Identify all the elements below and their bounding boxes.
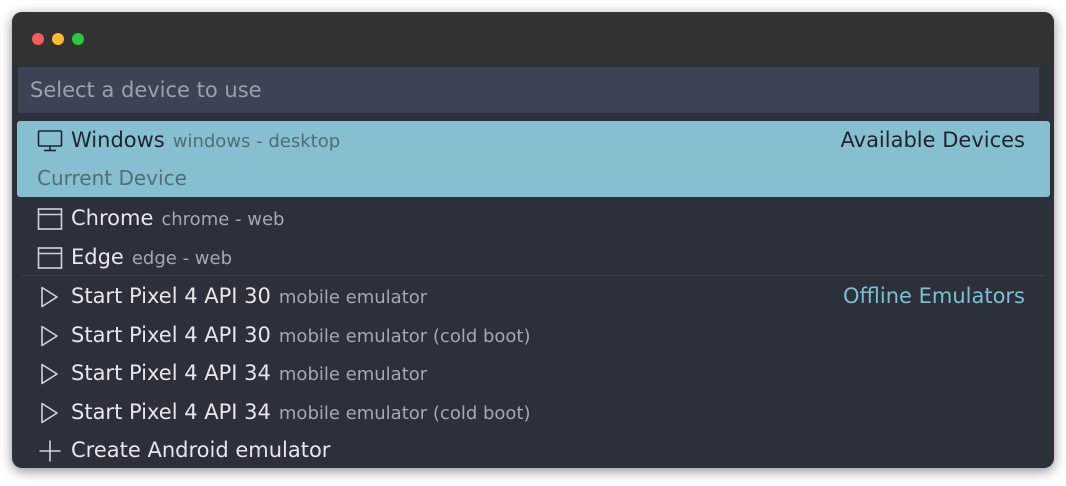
- play-icon: [37, 362, 63, 386]
- item-description: edge - web: [131, 248, 233, 269]
- item-description: mobile emulator: [278, 364, 428, 385]
- item-description: chrome - web: [161, 209, 285, 230]
- list-item-pixel4-api30[interactable]: Start Pixel 4 API 30 mobile emulator Offl…: [17, 277, 1050, 315]
- close-window-button[interactable]: [32, 33, 44, 45]
- item-title: Chrome: [71, 206, 154, 230]
- item-title: Start Pixel 4 API 34: [71, 361, 271, 385]
- item-title: Start Pixel 4 API 34: [71, 400, 271, 424]
- list-item-pixel4-api34[interactable]: Start Pixel 4 API 34 mobile emulator: [17, 354, 1050, 392]
- group-separator: [22, 275, 1045, 276]
- list-item-chrome[interactable]: Chrome chrome - web: [17, 199, 1050, 237]
- item-title: Windows: [71, 128, 165, 152]
- minimize-window-button[interactable]: [52, 33, 64, 45]
- play-icon: [37, 285, 63, 309]
- browser-window-icon: [37, 207, 63, 231]
- title-bar: [12, 12, 1054, 64]
- list-item-edge[interactable]: Edge edge - web: [17, 238, 1050, 276]
- group-label-available-devices: Available Devices: [840, 128, 1026, 152]
- maximize-window-button[interactable]: [72, 33, 84, 45]
- device-search-input[interactable]: Select a device to use: [18, 67, 1039, 113]
- list-item-windows[interactable]: Windows windows - desktop Available Devic…: [17, 121, 1050, 197]
- group-label-offline-emulators: Offline Emulators: [843, 284, 1025, 308]
- device-picker-window: Select a device to use Windows windows - …: [12, 12, 1054, 468]
- item-description: mobile emulator: [278, 287, 428, 308]
- current-device-label: Current Device: [37, 166, 187, 190]
- list-item-create-android-emulator[interactable]: Create Android emulator: [17, 431, 1050, 468]
- play-icon: [37, 401, 63, 425]
- browser-window-icon: [37, 246, 63, 270]
- item-title: Start Pixel 4 API 30: [71, 284, 271, 308]
- item-title: Create Android emulator: [71, 438, 331, 462]
- item-description: mobile emulator (cold boot): [278, 326, 531, 347]
- monitor-icon: [37, 129, 63, 153]
- plus-icon: [37, 439, 63, 463]
- list-item-pixel4-api34-cold-boot[interactable]: Start Pixel 4 API 34 mobile emulator (col…: [17, 393, 1050, 431]
- play-icon: [37, 324, 63, 348]
- item-description: mobile emulator (cold boot): [278, 403, 531, 424]
- item-title: Edge: [71, 245, 124, 269]
- item-title: Start Pixel 4 API 30: [71, 323, 271, 347]
- list-item-pixel4-api30-cold-boot[interactable]: Start Pixel 4 API 30 mobile emulator (col…: [17, 316, 1050, 354]
- item-description: windows - desktop: [172, 131, 341, 152]
